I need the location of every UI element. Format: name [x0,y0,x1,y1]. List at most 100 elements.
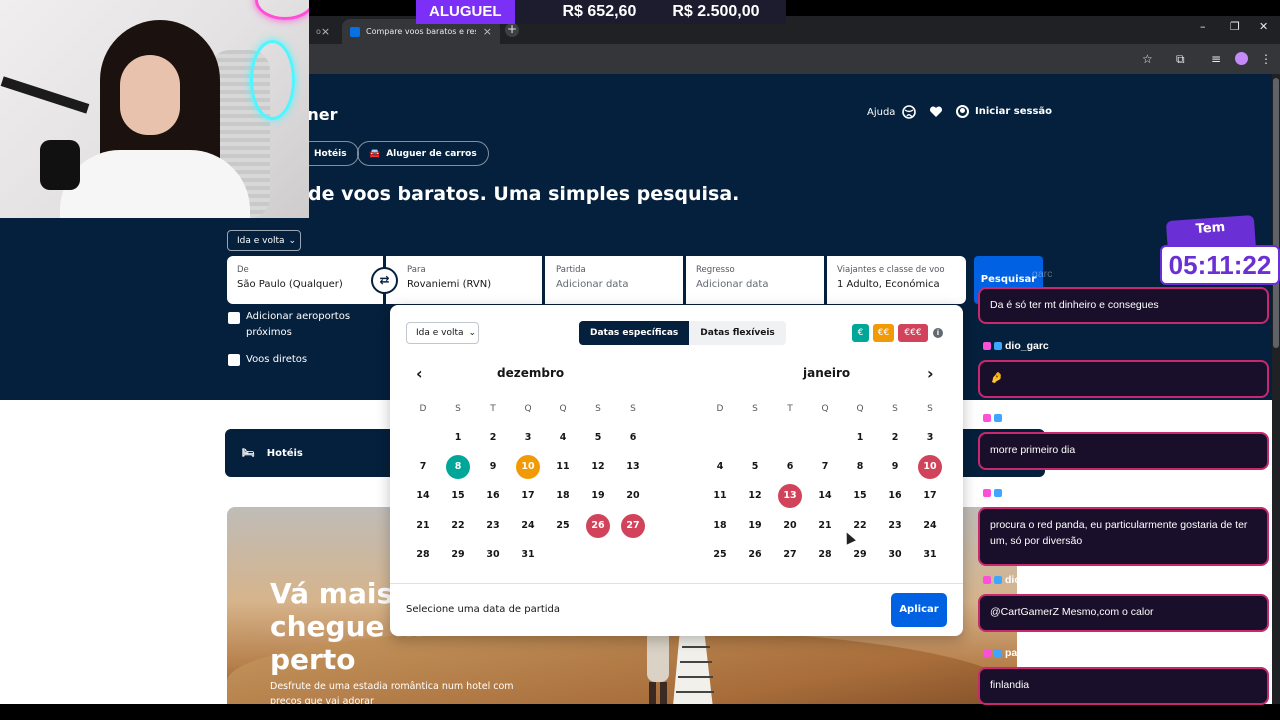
direct-flights-checkbox[interactable] [228,354,240,366]
calendar-day[interactable]: 1 [848,426,872,450]
calendar-day[interactable]: 11 [551,455,575,479]
calendar-day[interactable]: 9 [481,455,505,479]
extensions-icon[interactable]: ⧉ [1176,52,1185,67]
calendar-day[interactable]: 29 [848,543,872,567]
to-field[interactable]: Para Rovaniemi (RVN) [386,256,542,304]
calendar-day[interactable]: 2 [481,426,505,450]
calendar-day[interactable]: 5 [743,455,767,479]
close-tab-icon[interactable]: × [483,25,492,38]
calendar-day[interactable]: 19 [743,514,767,538]
calendar-day[interactable]: 3 [516,426,540,450]
weekday-label: Q [821,404,829,414]
login-button[interactable]: Iniciar sessão [956,105,1052,118]
calendar-day[interactable]: 18 [551,484,575,508]
calendar-trip-type-select[interactable]: Ida e volta ⌄ [406,322,479,344]
close-window-icon[interactable]: ✕ [1259,20,1268,33]
calendar-day[interactable]: 28 [411,543,435,567]
favorites-heart-icon[interactable] [929,105,943,119]
media-icon[interactable]: ≡ [1211,52,1221,66]
calendar-day[interactable]: 26 [743,543,767,567]
calendar-day[interactable]: 15 [848,484,872,508]
calendar-day[interactable]: 22 [446,514,470,538]
calendar-day[interactable]: 5 [586,426,610,450]
minimize-icon[interactable]: – [1200,20,1206,33]
calendar-day[interactable]: 8 [446,455,470,479]
menu-kebab-icon[interactable]: ⋮ [1260,52,1272,66]
calendar-day[interactable]: 23 [481,514,505,538]
calendar-day[interactable]: 14 [813,484,837,508]
hotels-search-tab[interactable]: 🛏 Hotéis [225,429,395,477]
trip-type-select[interactable]: Ida e volta ⌄ [227,230,301,251]
calendar-day[interactable]: 15 [446,484,470,508]
chat-message: @CartGamerZ Mesmo,com o calor [978,594,1269,632]
calendar-day[interactable]: 12 [743,484,767,508]
calendar-day[interactable]: 17 [918,484,942,508]
close-tab-icon[interactable]: × [321,25,330,38]
calendar-day[interactable]: 7 [813,455,837,479]
calendar-day[interactable]: 25 [708,543,732,567]
browser-tab-previous[interactable]: o × [308,19,338,44]
nearby-airports-checkbox[interactable] [228,312,240,324]
maximize-icon[interactable]: ❐ [1230,20,1240,33]
calendar-day[interactable]: 14 [411,484,435,508]
calendar-day[interactable]: 28 [813,543,837,567]
calendar-day[interactable]: 29 [446,543,470,567]
calendar-day[interactable]: 16 [883,484,907,508]
next-month-icon[interactable]: › [927,364,934,383]
calendar-day[interactable]: 8 [848,455,872,479]
specific-dates-tab[interactable]: Datas específicas [579,321,690,345]
calendar-day[interactable]: 4 [551,426,575,450]
calendar-day[interactable]: 19 [586,484,610,508]
calendar-day[interactable]: 18 [708,514,732,538]
calendar-day[interactable]: 31 [918,543,942,567]
flexible-dates-tab[interactable]: Datas flexíveis [689,321,786,345]
calendar-day[interactable]: 27 [778,543,802,567]
calendar-day[interactable]: 21 [411,514,435,538]
calendar-day[interactable]: 25 [551,514,575,538]
calendar-day[interactable]: 1 [446,426,470,450]
calendar-day[interactable]: 6 [621,426,645,450]
swap-icon[interactable]: ⇄ [371,267,398,294]
calendar-day[interactable]: 27 [621,514,645,538]
calendar-day[interactable]: 31 [516,543,540,567]
new-tab-button[interactable]: + [505,23,519,37]
page-scrollbar-thumb[interactable] [1273,78,1279,348]
calendar-day[interactable]: 30 [883,543,907,567]
help-link[interactable]: Ajuda [867,107,895,118]
calendar-day[interactable]: 10 [516,455,540,479]
info-icon[interactable]: i [933,328,943,338]
calendar-day[interactable]: 6 [778,455,802,479]
calendar-day[interactable]: 4 [708,455,732,479]
calendar-day[interactable]: 7 [411,455,435,479]
chevron-down-icon: ⌄ [288,235,297,246]
return-field[interactable]: Regresso Adicionar data [686,256,824,304]
calendar-day[interactable]: 20 [778,514,802,538]
calendar-day[interactable]: 30 [481,543,505,567]
from-field[interactable]: De São Paulo (Qualquer) [227,256,383,304]
depart-field[interactable]: Partida Adicionar data [545,256,683,304]
region-globe-icon[interactable] [902,105,916,119]
calendar-day[interactable]: 17 [516,484,540,508]
calendar-day[interactable]: 10 [918,455,942,479]
calendar-day[interactable]: 24 [516,514,540,538]
calendar-day[interactable]: 12 [586,455,610,479]
calendar-day[interactable]: 13 [621,455,645,479]
travellers-field[interactable]: Viajantes e classe de voo 1 Adulto, Econ… [827,256,966,304]
calendar-day[interactable]: 3 [918,426,942,450]
previous-month-icon[interactable]: ‹ [416,364,423,383]
calendar-day[interactable]: 20 [621,484,645,508]
calendar-day[interactable]: 26 [586,514,610,538]
calendar-day[interactable]: 16 [481,484,505,508]
calendar-day[interactable]: 9 [883,455,907,479]
apply-button[interactable]: Aplicar [891,593,947,627]
calendar-day[interactable]: 24 [918,514,942,538]
calendar-day[interactable]: 11 [708,484,732,508]
calendar-day[interactable]: 23 [883,514,907,538]
calendar-day[interactable]: 2 [883,426,907,450]
calendar-day[interactable]: 13 [778,484,802,508]
bookmark-star-icon[interactable]: ☆ [1142,52,1153,66]
calendar-day[interactable]: 21 [813,514,837,538]
profile-avatar-icon[interactable] [1235,52,1248,65]
rent-value-goal: R$ 2.500,00 [672,3,760,20]
nav-pill-car-hire[interactable]: 🚘 Aluguer de carros [357,141,489,166]
